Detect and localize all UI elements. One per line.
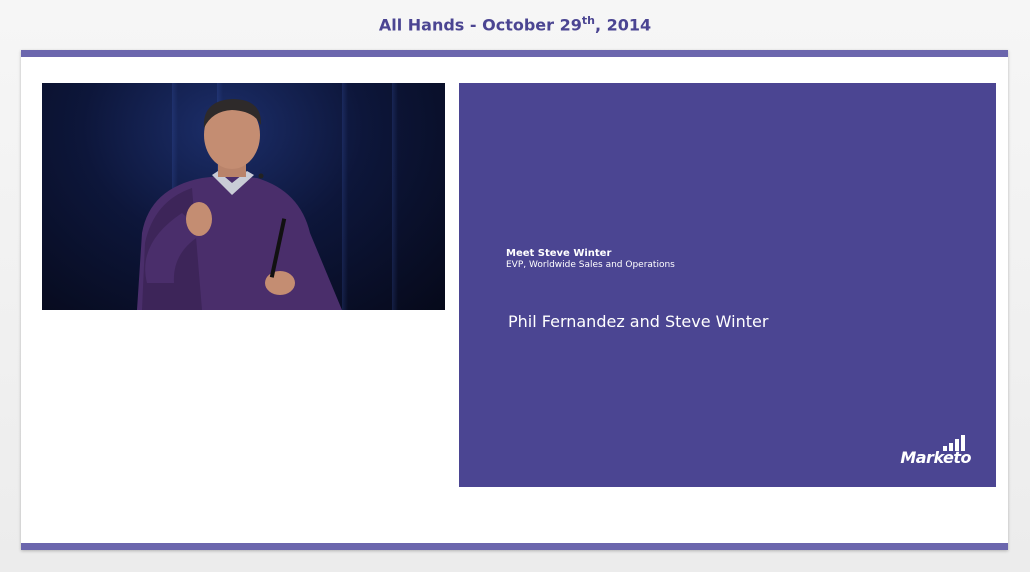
page-title-superscript: th	[581, 14, 595, 27]
page-title: All Hands - October 29th, 2014	[0, 14, 1030, 34]
logo-text: Marketo	[900, 448, 971, 467]
page-title-prefix: All Hands - October 29	[378, 15, 582, 35]
page-title-suffix: , 2014	[594, 15, 652, 35]
presentation-frame: Meet Steve Winter EVP, Worldwide Sales a…	[21, 50, 1008, 550]
bottom-accent-bar	[21, 543, 1008, 550]
speaker-video[interactable]	[42, 83, 445, 310]
presentation-slide: Meet Steve Winter EVP, Worldwide Sales a…	[459, 83, 996, 487]
slide-main-text: Phil Fernandez and Steve Winter	[508, 312, 769, 331]
slide-meet-title: Meet Steve Winter	[506, 248, 612, 259]
speaker-figure	[137, 99, 342, 310]
marketo-logo: Marketo	[891, 433, 971, 467]
slide-meet-subtitle: EVP, Worldwide Sales and Operations	[506, 260, 675, 270]
top-accent-bar	[21, 50, 1008, 57]
